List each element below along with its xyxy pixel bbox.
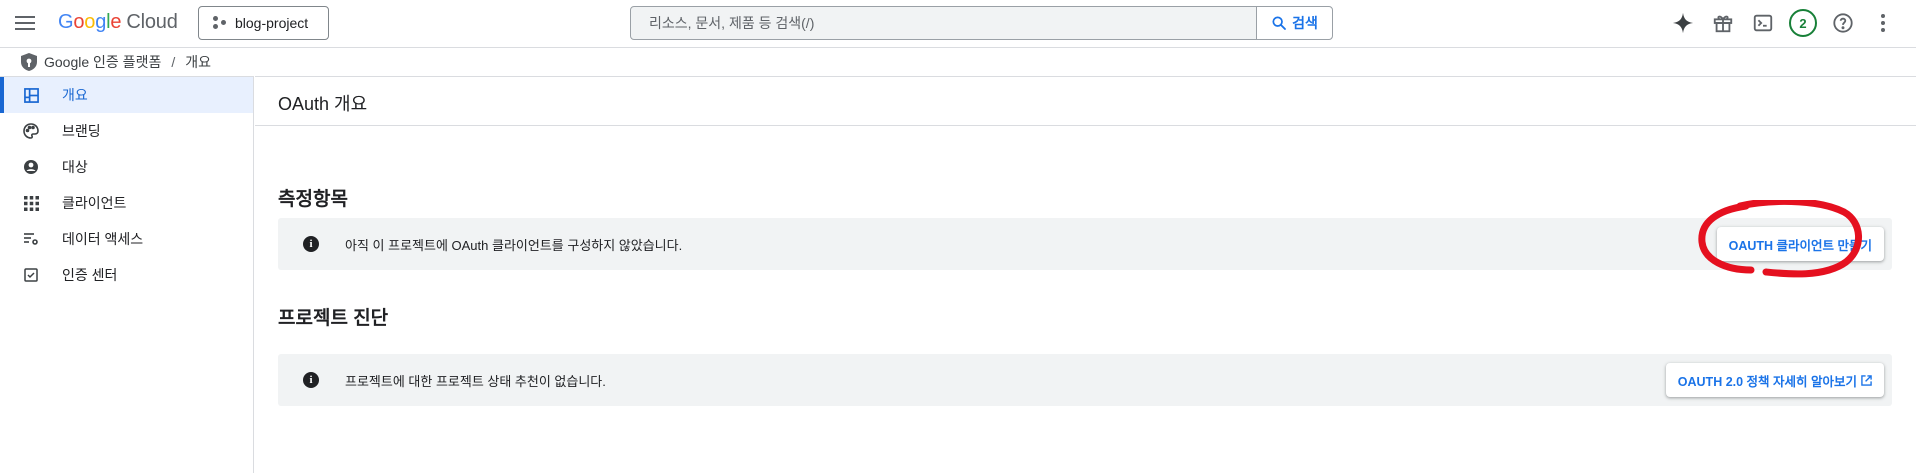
data-access-icon xyxy=(22,230,40,248)
account-circle-icon xyxy=(22,158,40,176)
learn-oauth-policy-button[interactable]: OAUTH 2.0 정책 자세히 알아보기 xyxy=(1665,363,1884,397)
project-name: blog-project xyxy=(235,15,309,31)
divider xyxy=(255,125,1916,126)
metrics-info-panel: i 아직 이 프로젝트에 OAuth 클라이언트를 구성하지 않았습니다. OA… xyxy=(278,218,1892,270)
checkbox-icon xyxy=(22,266,40,284)
metrics-section-title: 측정항목 xyxy=(278,189,348,210)
top-bar: GoogleCloud blog-project 검색 2 xyxy=(0,0,1916,46)
google-cloud-logo[interactable]: Google Cloud xyxy=(58,11,178,34)
learn-oauth-policy-label: OAUTH 2.0 정책 자세히 알아보기 xyxy=(1677,374,1857,389)
apps-grid-icon xyxy=(22,194,40,212)
search-button-label: 검색 xyxy=(1292,15,1318,31)
sidebar: 개요 브랜딩 대상 클라이언트 데이터 액세스 인증 센터 xyxy=(0,76,254,473)
gemini-spark-icon[interactable] xyxy=(1668,8,1698,38)
sidebar-item-label: 인증 센터 xyxy=(62,267,118,283)
sidebar-item-overview[interactable]: 개요 xyxy=(0,77,253,113)
sidebar-item-data-access[interactable]: 데이터 액세스 xyxy=(0,221,253,257)
diagnostics-section-title: 프로젝트 진단 xyxy=(278,308,389,329)
search-icon xyxy=(1272,16,1287,30)
sidebar-item-label: 클라이언트 xyxy=(62,195,127,211)
help-icon[interactable] xyxy=(1828,8,1858,38)
breadcrumb-current: 개요 xyxy=(185,53,211,70)
logo-letter: e xyxy=(110,11,122,33)
open-in-new-icon xyxy=(1861,374,1872,386)
sidebar-item-clients[interactable]: 클라이언트 xyxy=(0,185,253,221)
info-icon: i xyxy=(303,372,319,388)
sidebar-item-verification-center[interactable]: 인증 센터 xyxy=(0,257,253,293)
sidebar-item-label: 대상 xyxy=(62,159,88,175)
shield-lock-icon xyxy=(21,52,37,71)
project-icon xyxy=(213,16,227,30)
create-oauth-client-label: OAUTH 클라이언트 만들기 xyxy=(1728,238,1872,253)
sidebar-item-label: 브랜딩 xyxy=(62,123,101,139)
logo-letter: o xyxy=(84,11,96,33)
sidebar-item-label: 데이터 액세스 xyxy=(62,231,144,247)
logo-letter: G xyxy=(58,11,74,33)
breadcrumb-separator: / xyxy=(171,53,176,70)
palette-icon xyxy=(22,122,40,140)
breadcrumb-product[interactable]: Google 인증 플랫폼 xyxy=(44,52,161,72)
search-bar: 검색 xyxy=(630,6,1333,40)
breadcrumb: Google 인증 플랫폼 / 개요 xyxy=(0,47,1916,75)
sidebar-item-branding[interactable]: 브랜딩 xyxy=(0,113,253,149)
notifications-badge[interactable]: 2 xyxy=(1788,8,1818,38)
sidebar-item-label: 개요 xyxy=(62,87,88,103)
search-button[interactable]: 검색 xyxy=(1256,7,1332,39)
gift-icon[interactable] xyxy=(1708,8,1738,38)
metrics-message: 아직 이 프로젝트에 OAuth 클라이언트를 구성하지 않았습니다. xyxy=(345,238,683,253)
search-input[interactable] xyxy=(631,7,1256,39)
create-oauth-client-button[interactable]: OAUTH 클라이언트 만들기 xyxy=(1716,227,1884,261)
logo-product-name: Cloud xyxy=(126,11,178,33)
account-avatar[interactable] xyxy=(1902,8,1916,38)
main-content: OAuth 개요 측정항목 i 아직 이 프로젝트에 OAuth 클라이언트를 … xyxy=(255,76,1916,473)
logo-letter: o xyxy=(73,11,85,33)
more-vert-icon[interactable] xyxy=(1868,8,1898,38)
notification-count: 2 xyxy=(1789,9,1817,37)
info-icon: i xyxy=(303,236,319,252)
menu-icon[interactable] xyxy=(12,10,40,36)
diagnostics-message: 프로젝트에 대한 프로젝트 상태 추천이 없습니다. xyxy=(345,374,606,389)
cloud-shell-icon[interactable] xyxy=(1748,8,1778,38)
diagnostics-info-panel: i 프로젝트에 대한 프로젝트 상태 추천이 없습니다. OAUTH 2.0 정… xyxy=(278,354,1892,406)
page-title: OAuth 개요 xyxy=(278,94,368,114)
sidebar-item-audience[interactable]: 대상 xyxy=(0,149,253,185)
dashboard-icon xyxy=(22,86,40,104)
project-picker-button[interactable]: blog-project xyxy=(198,6,329,40)
logo-letter: g xyxy=(95,11,107,33)
